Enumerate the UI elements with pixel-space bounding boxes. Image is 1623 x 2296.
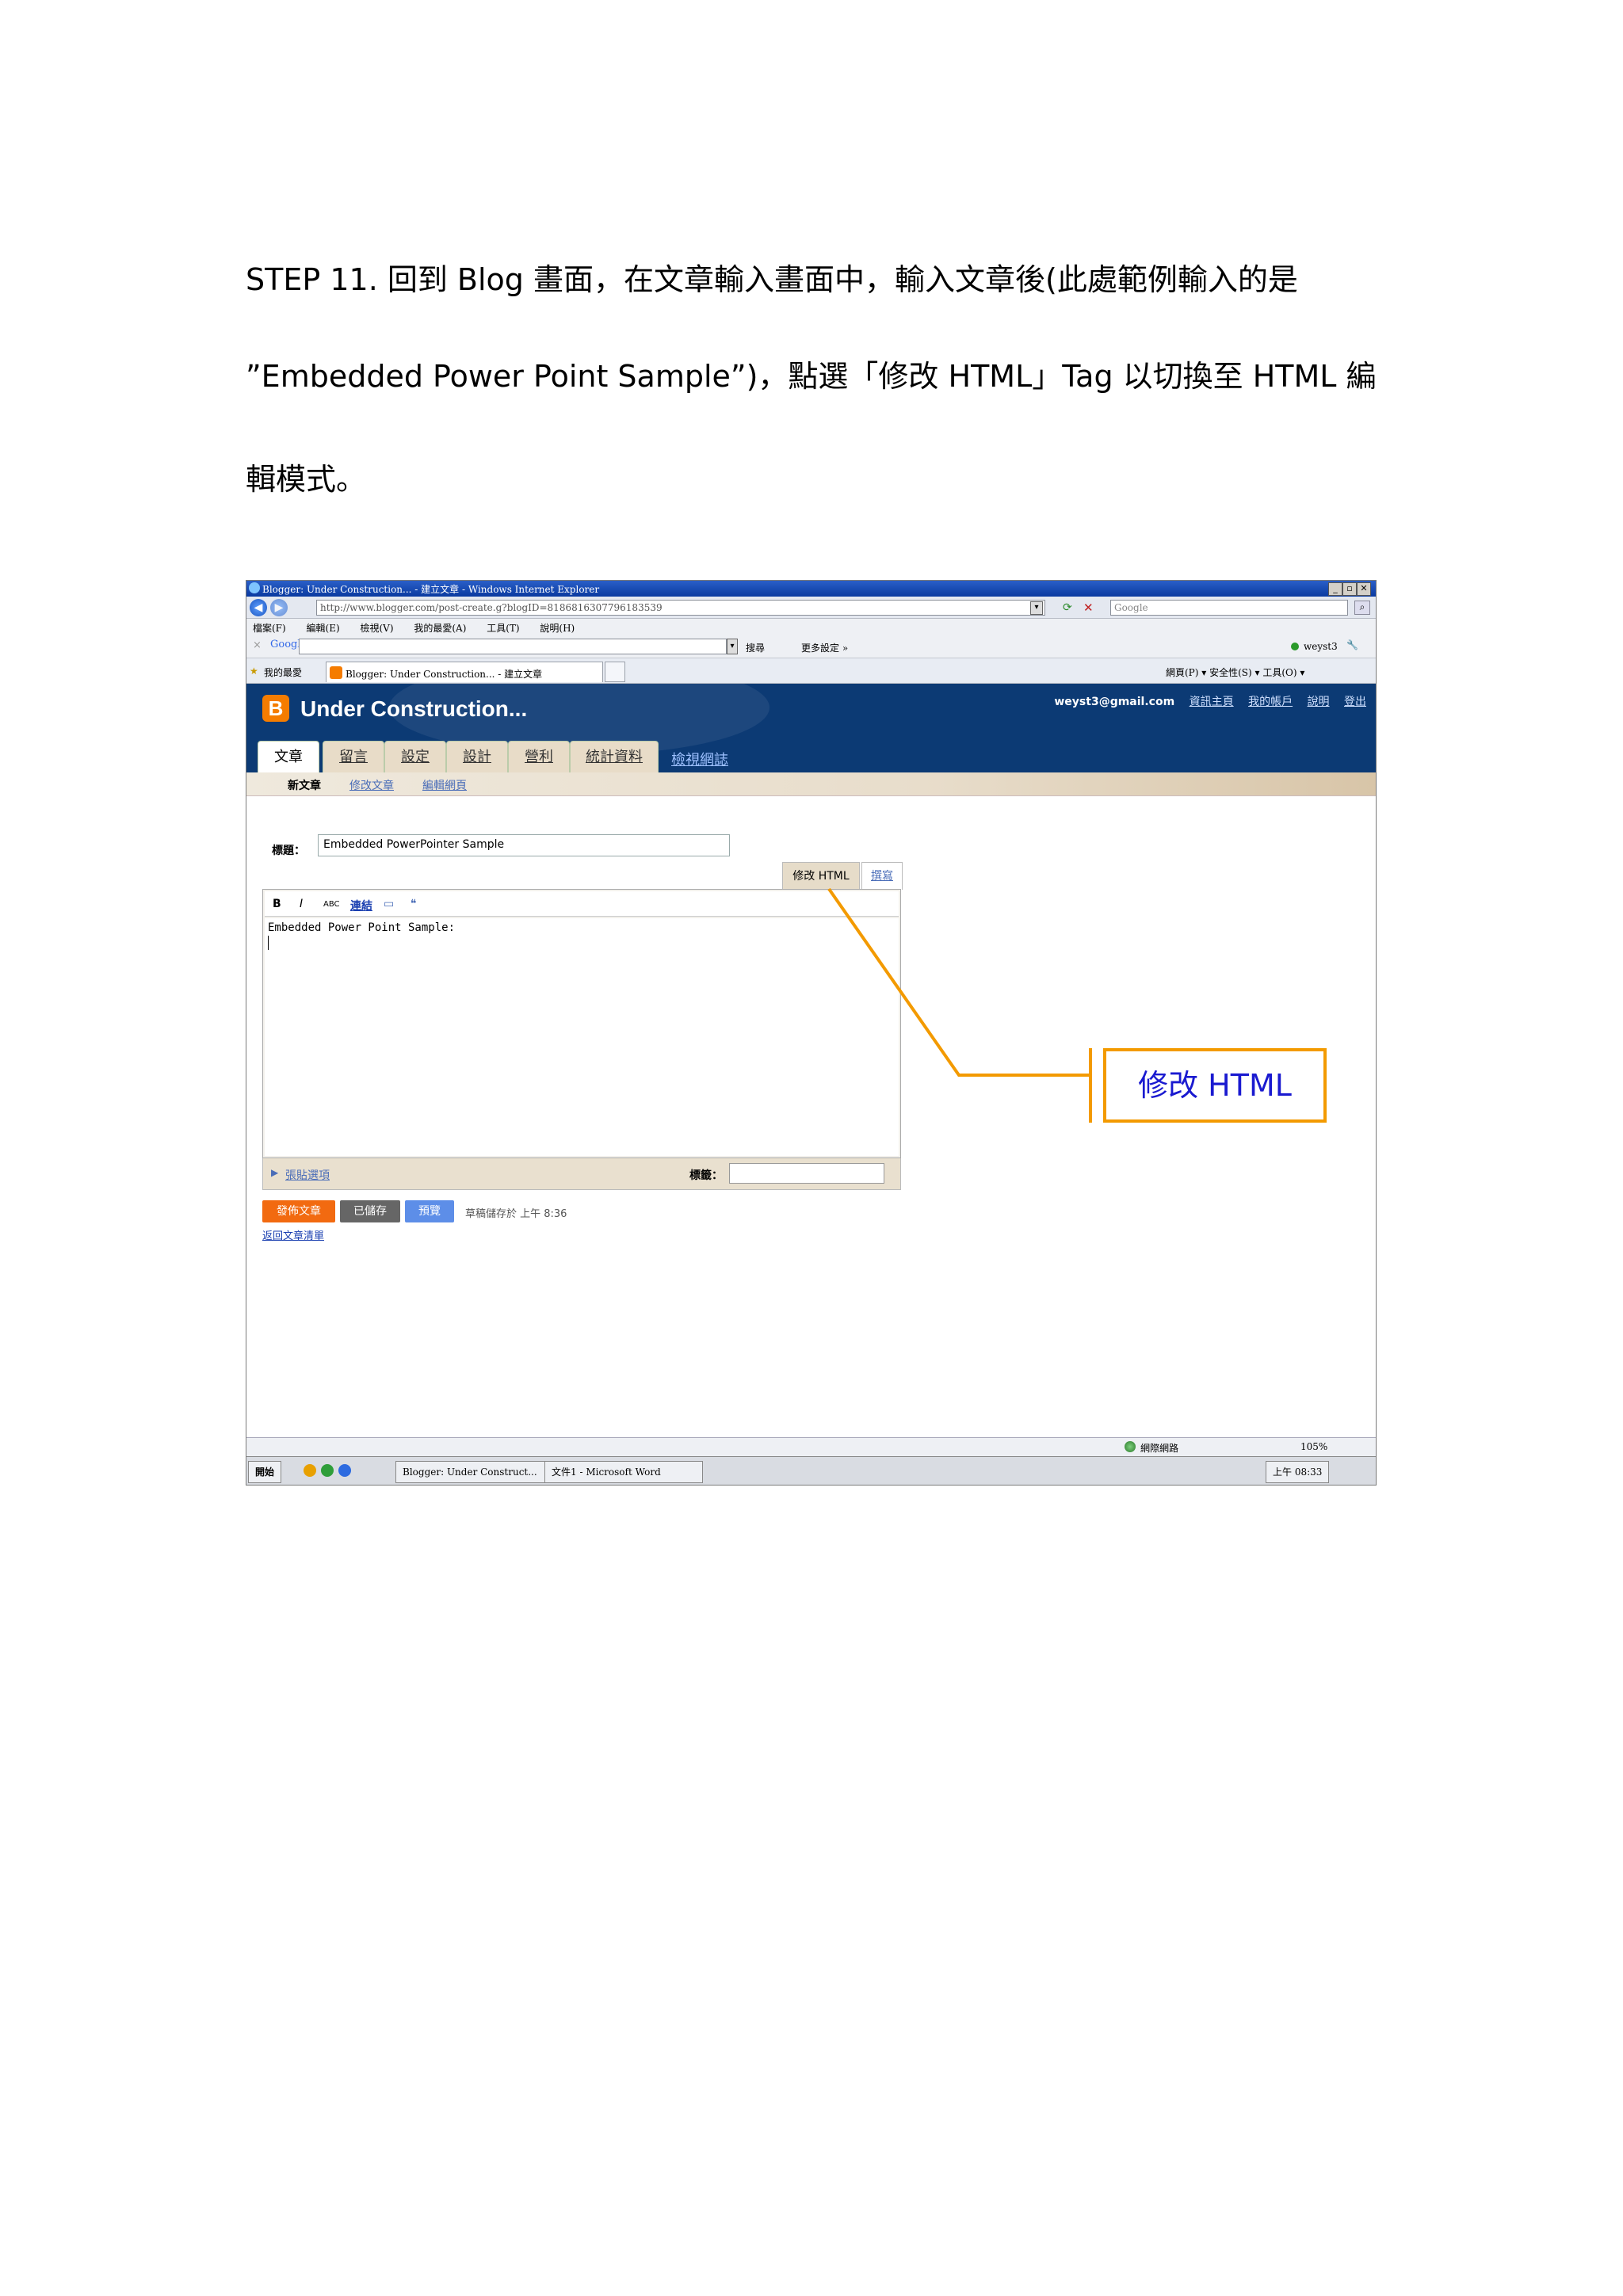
callout-line: [827, 887, 1090, 1077]
edit-html-callout: 修改 HTML: [1103, 1048, 1327, 1123]
callout-connector: [827, 887, 1092, 1123]
